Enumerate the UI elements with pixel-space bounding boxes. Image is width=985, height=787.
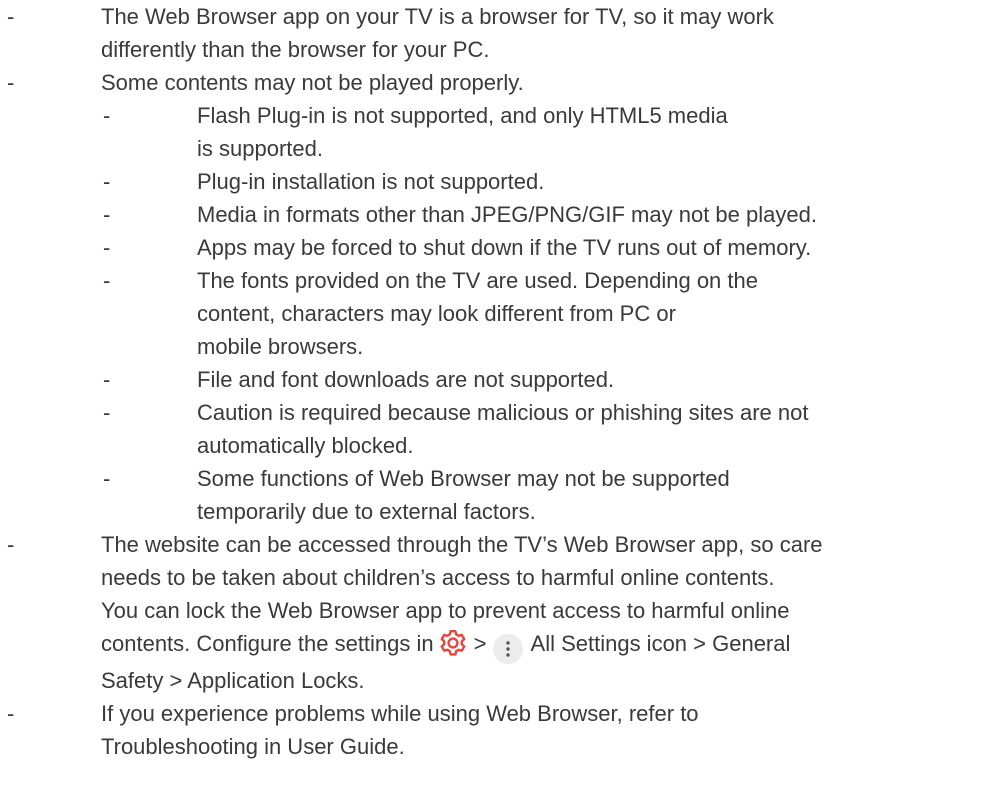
- note-text-line: differently than the browser for your PC…: [101, 37, 490, 62]
- sub-note-text-line: content, characters may look different f…: [197, 301, 676, 326]
- note-item: - The website can be accessed through th…: [0, 528, 985, 697]
- bullet-dash: -: [7, 4, 15, 29]
- bullet-dash: -: [7, 701, 15, 726]
- settings-path-separator: >: [473, 631, 487, 656]
- bullet-dash: -: [103, 103, 111, 128]
- bullet-dash: -: [7, 70, 15, 95]
- gear-icon: [438, 628, 468, 658]
- note-item: - If you experience problems while using…: [0, 697, 985, 763]
- sub-note-item: - Plug-in installation is not supported.: [0, 165, 985, 198]
- settings-path-rest: All Settings icon > General: [530, 631, 791, 656]
- bullet-dash: -: [7, 532, 15, 557]
- sub-note-text-line: mobile browsers.: [197, 334, 364, 359]
- bullet-dash: -: [103, 202, 111, 227]
- settings-path-intro: contents. Configure the settings in: [101, 631, 434, 656]
- sub-note-item: - File and font downloads are not suppor…: [0, 363, 985, 396]
- sub-note-item: - Apps may be forced to shut down if the…: [0, 231, 985, 264]
- sub-note-item: - The fonts provided on the TV are used.…: [0, 264, 985, 363]
- bullet-dash: -: [103, 367, 111, 392]
- sub-note-text-line: Media in formats other than JPEG/PNG/GIF…: [197, 202, 817, 227]
- sub-note-item: - Some functions of Web Browser may not …: [0, 462, 985, 528]
- sub-note-item: - Media in formats other than JPEG/PNG/G…: [0, 198, 985, 231]
- note-text-line: The website can be accessed through the …: [101, 532, 823, 557]
- note-text-line: Safety > Application Locks.: [101, 668, 365, 693]
- bullet-dash: -: [103, 268, 111, 293]
- notes-document: - The Web Browser app on your TV is a br…: [0, 0, 985, 787]
- sub-note-text-line: Plug-in installation is not supported.: [197, 169, 545, 194]
- sub-note-text-line: is supported.: [197, 136, 323, 161]
- sub-note-text-line: The fonts provided on the TV are used. D…: [197, 268, 758, 293]
- sub-note-text-line: File and font downloads are not supporte…: [197, 367, 615, 392]
- sub-note-text-line: Some functions of Web Browser may not be…: [197, 466, 730, 491]
- bullet-dash: -: [103, 400, 111, 425]
- settings-path-line: contents. Configure the settings in > Al…: [101, 627, 985, 664]
- note-text-line: Troubleshooting in User Guide.: [101, 734, 405, 759]
- note-item: - Some contents may not be played proper…: [0, 66, 985, 99]
- sub-note-item: - Flash Plug-in is not supported, and on…: [0, 99, 985, 165]
- bullet-dash: -: [103, 235, 111, 260]
- sub-note-text-line: temporarily due to external factors.: [197, 499, 536, 524]
- note-text-line: The Web Browser app on your TV is a brow…: [101, 4, 774, 29]
- more-options-icon: [492, 634, 523, 664]
- sub-note-text-line: automatically blocked.: [197, 433, 414, 458]
- sub-note-text-line: Apps may be forced to shut down if the T…: [197, 235, 812, 260]
- sub-note-item: - Caution is required because malicious …: [0, 396, 985, 462]
- note-text-line: You can lock the Web Browser app to prev…: [101, 598, 790, 623]
- note-text-line: Some contents may not be played properly…: [101, 70, 524, 95]
- note-text-line: needs to be taken about children’s acces…: [101, 565, 775, 590]
- note-item: - The Web Browser app on your TV is a br…: [0, 0, 985, 66]
- note-text-line: If you experience problems while using W…: [101, 701, 699, 726]
- bullet-dash: -: [103, 466, 111, 491]
- sub-note-text-line: Caution is required because malicious or…: [197, 400, 809, 425]
- sub-note-text-line: Flash Plug-in is not supported, and only…: [197, 103, 728, 128]
- bullet-dash: -: [103, 169, 111, 194]
